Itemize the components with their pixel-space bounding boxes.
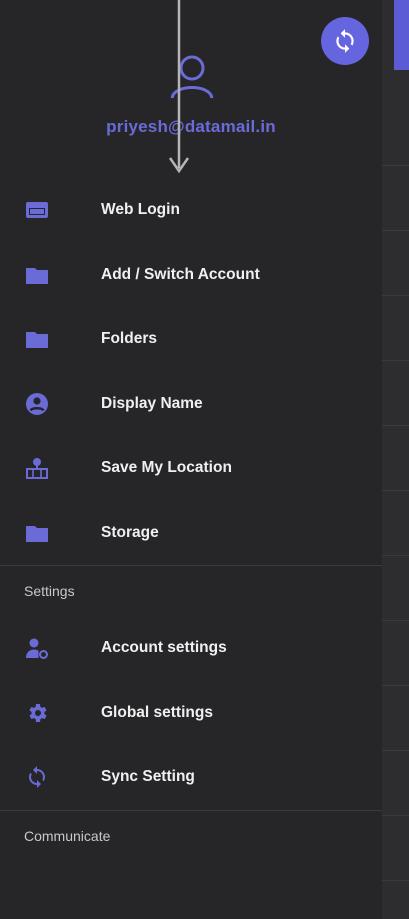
menu-item-label: Display Name [101,394,203,412]
menu-item-folders[interactable]: Folders [0,307,382,372]
background-divider [382,230,409,231]
drawer-header: priyesh@datamail.in [0,0,382,180]
background-content [382,0,409,919]
sync-icon [24,764,50,790]
menu-item-label: Sync Setting [101,768,195,786]
menu-item-label: Save My Location [101,459,232,477]
map-location-icon [24,455,50,481]
folder-icon [24,520,50,546]
account-circle-icon [24,391,50,417]
menu-item-global-settings[interactable]: Global settings [0,681,382,746]
menu-item-label: Folders [101,330,157,348]
background-divider [382,620,409,621]
account-email: priyesh@datamail.in [106,117,276,136]
background-divider [382,685,409,686]
gear-icon [24,700,50,726]
background-accent-bar [394,0,409,70]
menu-item-web-login[interactable]: Web Login [0,178,382,243]
background-divider [382,360,409,361]
background-divider [382,295,409,296]
drawer-menu: Web Login Add / Switch Account Folders D… [0,178,382,861]
account-settings-icon [24,635,50,661]
navigation-drawer: priyesh@datamail.in Web Login Add / Swit… [0,0,382,919]
menu-item-display-name[interactable]: Display Name [0,372,382,437]
menu-item-label: Storage [101,523,159,541]
menu-item-label: Add / Switch Account [101,265,260,283]
background-divider [382,490,409,491]
background-divider [382,555,409,556]
background-divider [382,815,409,816]
background-divider [382,750,409,751]
menu-item-label: Account settings [101,639,227,657]
background-divider [382,425,409,426]
menu-item-add-switch-account[interactable]: Add / Switch Account [0,243,382,308]
folder-icon [24,326,50,352]
settings-section-title: Settings [24,583,75,599]
menu-item-account-settings[interactable]: Account settings [0,616,382,681]
communicate-section-title: Communicate [24,827,111,844]
background-divider [382,880,409,881]
menu-item-label: Global settings [101,703,213,721]
menu-item-sync-setting[interactable]: Sync Setting [0,745,382,810]
sync-icon [336,29,354,53]
menu-item-storage[interactable]: Storage [0,501,382,566]
background-divider [382,165,409,166]
sync-button[interactable] [321,17,369,65]
menu-item-save-my-location[interactable]: Save My Location [0,436,382,501]
folder-icon [24,262,50,288]
web-login-icon [24,197,50,223]
annotation-arrow [168,0,190,174]
menu-item-label: Web Login [101,201,180,219]
